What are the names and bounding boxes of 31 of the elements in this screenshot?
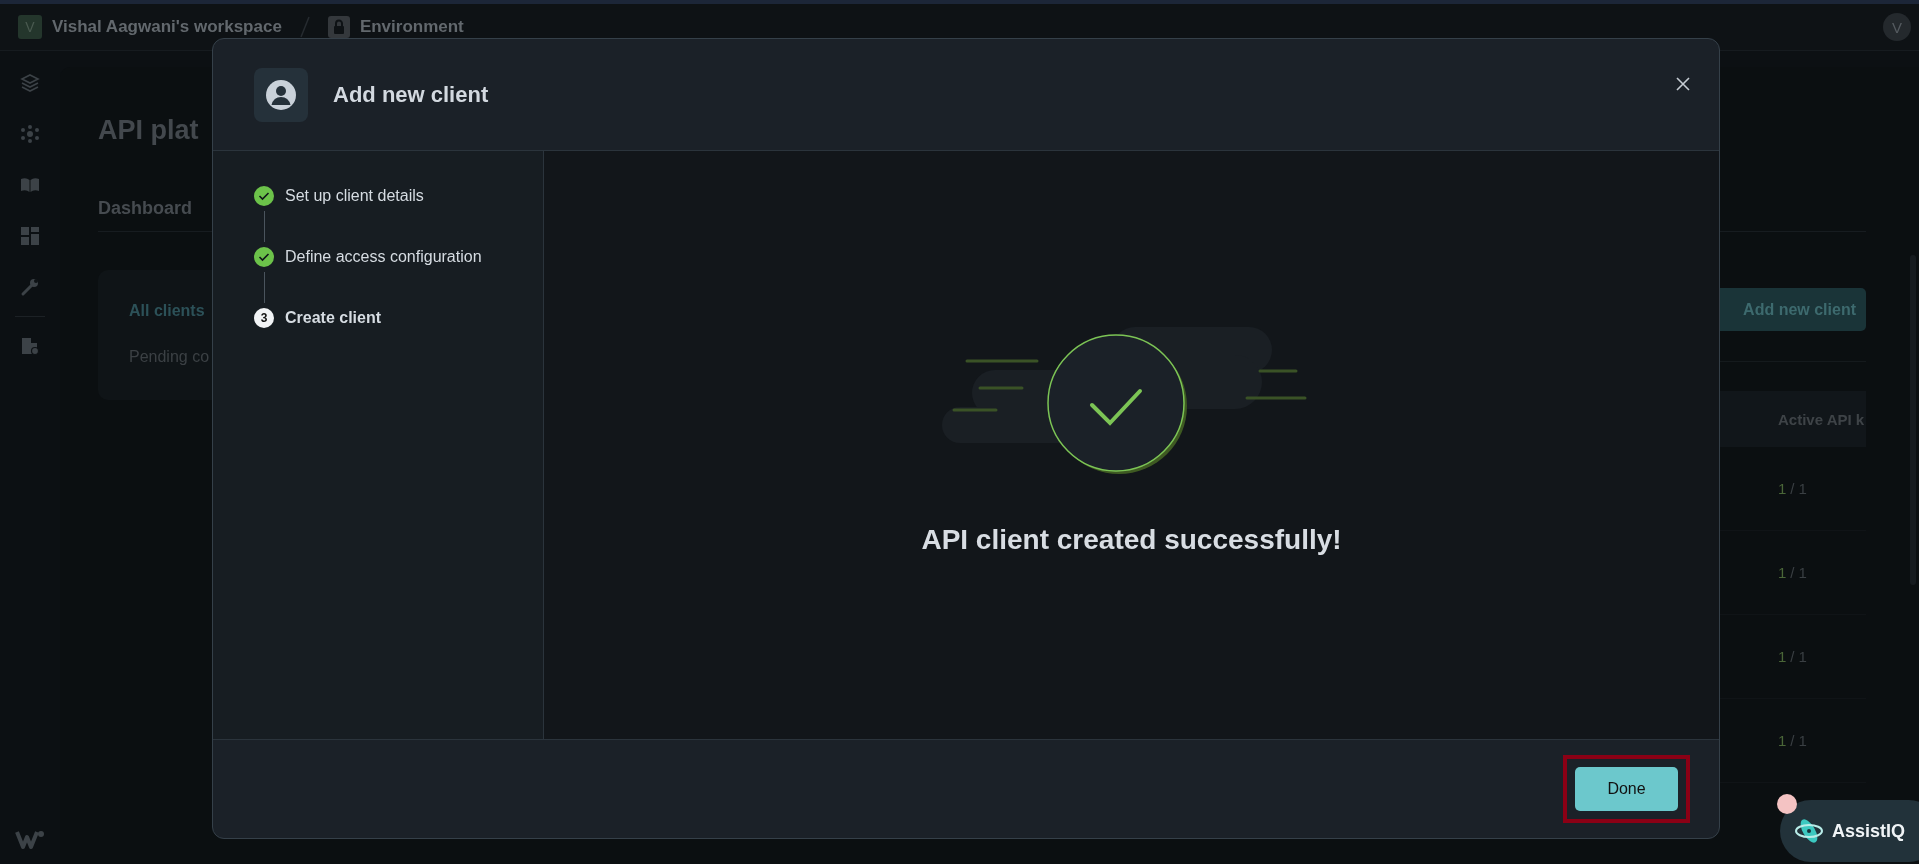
- separator: /: [1790, 564, 1795, 581]
- separator: /: [1790, 732, 1795, 749]
- network-icon[interactable]: [20, 124, 40, 144]
- separator: /: [1790, 648, 1795, 665]
- logo-icon[interactable]: [15, 828, 45, 850]
- assistant-button[interactable]: AssistIQ: [1780, 800, 1919, 862]
- book-icon[interactable]: [20, 175, 40, 195]
- user-icon: [254, 67, 308, 122]
- page-title: API plat: [98, 115, 200, 146]
- environment-name[interactable]: Environment: [359, 17, 464, 37]
- separator: /: [1790, 480, 1795, 497]
- dashboard-tab[interactable]: Dashboard: [98, 198, 193, 218]
- workspace-name[interactable]: Vishal Aagwani's workspace: [52, 17, 282, 37]
- layers-icon[interactable]: [20, 73, 40, 93]
- done-button[interactable]: Done: [1575, 767, 1678, 811]
- success-message: API client created successfully!: [921, 524, 1342, 556]
- used-count: 1: [1778, 564, 1787, 581]
- step-label: Set up client details: [285, 187, 424, 205]
- close-icon[interactable]: [1676, 76, 1690, 91]
- dialog-title: Add new client: [333, 81, 489, 108]
- step-label: Define access configuration: [285, 248, 482, 266]
- atom-icon: [1794, 816, 1824, 846]
- step-label: Create client: [285, 309, 382, 327]
- used-count: 1: [1778, 648, 1787, 665]
- step-number: 3: [254, 308, 274, 328]
- used-count: 1: [1778, 480, 1787, 497]
- dashboard-icon[interactable]: [20, 226, 40, 246]
- building-icon[interactable]: [20, 336, 40, 356]
- used-count: 1: [1778, 732, 1787, 749]
- lock-icon: [327, 16, 350, 38]
- wrench-icon[interactable]: [20, 277, 40, 297]
